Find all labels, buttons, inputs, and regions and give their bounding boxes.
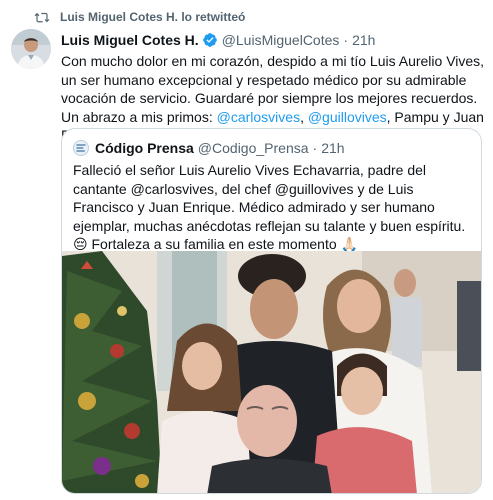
pensive-face-emoji: 😔	[73, 236, 88, 253]
family-photo[interactable]	[62, 251, 481, 493]
folded-hands-emoji: 🙏🏻	[340, 236, 358, 253]
avatar[interactable]	[11, 29, 51, 69]
mention-guillovives[interactable]: @guillovives	[308, 109, 387, 125]
quoted-timestamp[interactable]: 21h	[321, 140, 344, 156]
quoted-tweet[interactable]: Código Prensa @Codigo_Prensa · 21h Falle…	[61, 128, 482, 494]
mention-carlosvives[interactable]: @carlosvives	[217, 109, 300, 125]
separator-dot: ·	[343, 32, 349, 48]
author-handle[interactable]: @LuisMiguelCotes	[222, 32, 340, 48]
retweet-icon	[34, 10, 50, 24]
retweet-label: Luis Miguel Cotes H. lo retwitteó	[60, 10, 246, 24]
quoted-avatar[interactable]	[73, 140, 89, 156]
quoted-author-name[interactable]: Código Prensa	[95, 140, 194, 156]
quoted-text-part-2: Fortaleza a su familia en este momento	[87, 236, 341, 253]
separator-dot: ·	[312, 140, 318, 156]
quoted-text-part-1: Falleció el señor Luis Aurelio Vives Ech…	[73, 162, 466, 234]
verified-badge-icon	[202, 32, 218, 48]
tweet-header: Luis Miguel Cotes H. @LuisMiguelCotes · …	[61, 30, 485, 50]
author-name[interactable]: Luis Miguel Cotes H.	[61, 32, 199, 48]
tweet-timestamp[interactable]: 21h	[352, 32, 375, 48]
quoted-author-handle[interactable]: @Codigo_Prensa	[198, 140, 309, 156]
quoted-tweet-header: Código Prensa @Codigo_Prensa · 21h	[73, 139, 345, 157]
quoted-tweet-text: Falleció el señor Luis Aurelio Vives Ech…	[73, 161, 473, 254]
retweet-context[interactable]: Luis Miguel Cotes H. lo retwitteó	[34, 8, 245, 26]
text-comma: ,	[300, 108, 308, 125]
